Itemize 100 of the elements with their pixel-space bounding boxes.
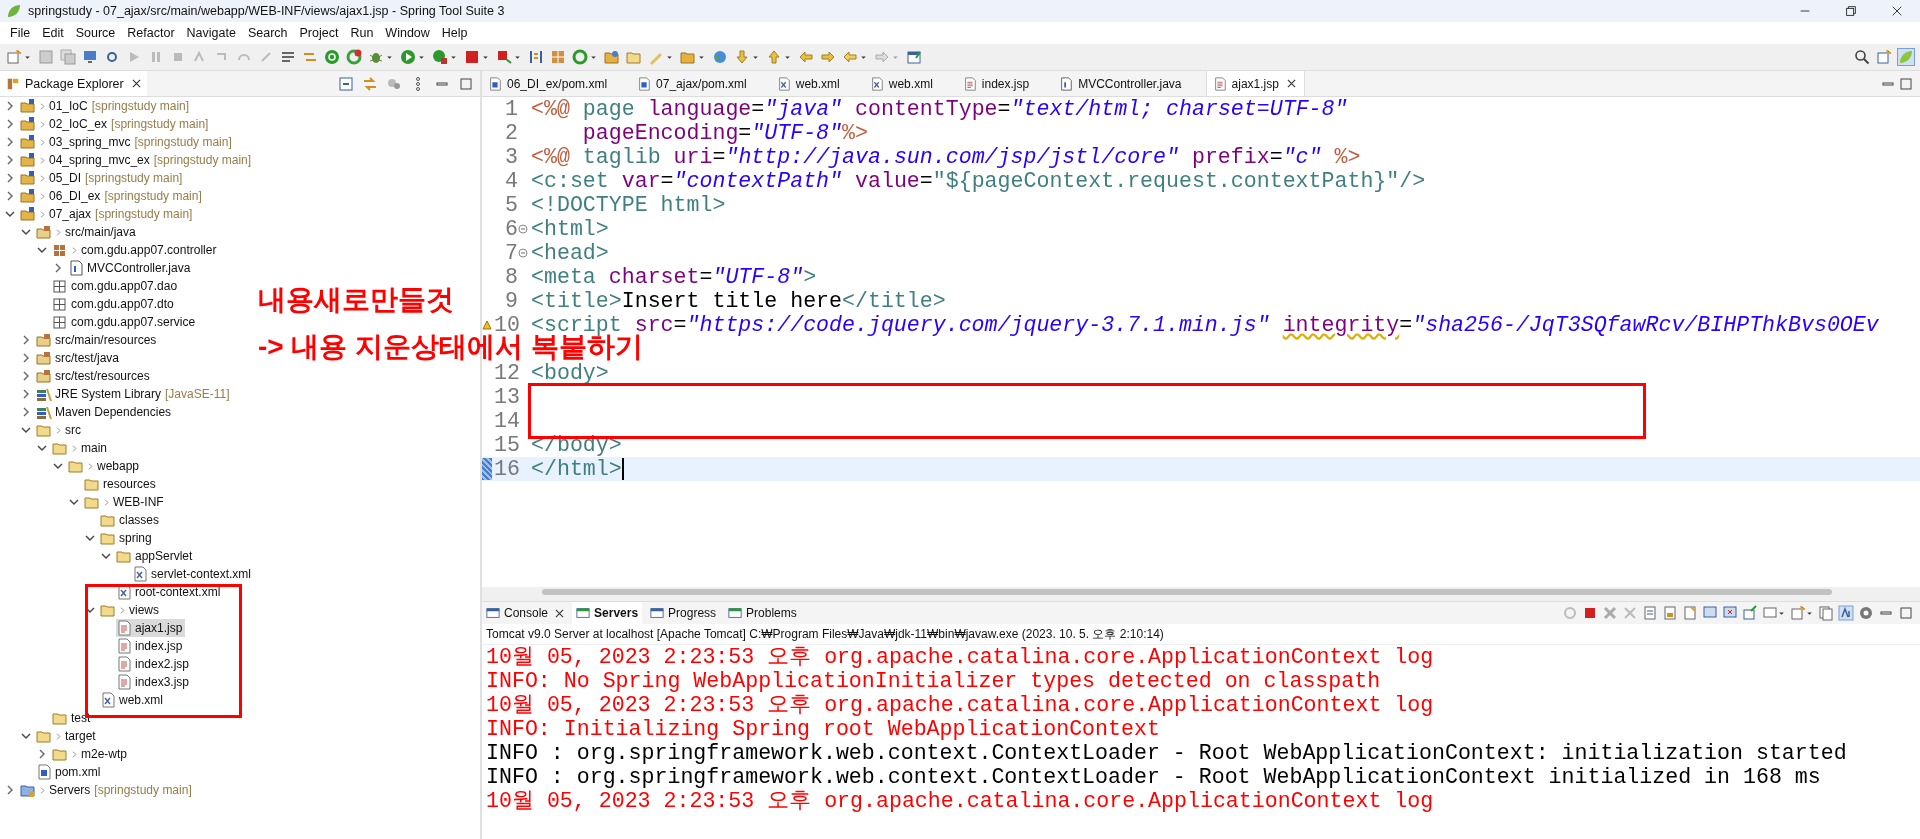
window-icon[interactable] bbox=[906, 49, 922, 65]
console-tab[interactable]: Servers bbox=[572, 602, 643, 624]
forward-arrow-icon[interactable] bbox=[820, 49, 836, 65]
tree-item[interactable]: Maven Dependencies bbox=[36, 403, 175, 421]
new-icon[interactable] bbox=[1790, 605, 1806, 621]
tree-item[interactable]: com.gdu.app07.dao bbox=[52, 277, 181, 295]
globe-icon[interactable] bbox=[712, 49, 728, 65]
stop-icon[interactable] bbox=[1582, 605, 1598, 621]
menu-item[interactable]: Source bbox=[69, 26, 122, 40]
gear-icon[interactable] bbox=[1858, 605, 1874, 621]
sort-icon[interactable] bbox=[528, 49, 544, 65]
close-icon[interactable] bbox=[555, 608, 565, 618]
editor-tab[interactable]: ajax1.jsp bbox=[1205, 71, 1305, 96]
tree-item[interactable]: servlet-context.xml bbox=[132, 565, 255, 583]
refresh-icon[interactable] bbox=[572, 49, 588, 65]
tree-item[interactable]: ajax1.jsp bbox=[116, 619, 186, 637]
collapse-all-icon[interactable] bbox=[338, 75, 354, 92]
tree-item[interactable]: Servers [springstudy main] bbox=[20, 781, 195, 799]
run-icon[interactable] bbox=[432, 49, 448, 65]
lines-icon[interactable] bbox=[280, 49, 296, 65]
search-icon[interactable] bbox=[1854, 49, 1870, 65]
save-all-icon[interactable] bbox=[60, 49, 76, 65]
folder-icon[interactable] bbox=[626, 49, 642, 65]
folder-icon[interactable] bbox=[604, 49, 620, 65]
close-all-icon[interactable] bbox=[1622, 605, 1638, 621]
maximize-icon[interactable] bbox=[1898, 75, 1914, 92]
console-tab[interactable]: Progress bbox=[646, 602, 721, 624]
tree-item[interactable]: index.jsp bbox=[116, 637, 186, 655]
tree-item[interactable]: m2e-wtp bbox=[52, 745, 130, 763]
tree-item[interactable]: views bbox=[100, 601, 162, 619]
tree-item[interactable]: JRE System Library [JavaSE-11] bbox=[36, 385, 233, 403]
tree-item[interactable]: 05_DI [springstudy main] bbox=[20, 169, 186, 187]
tree-item[interactable]: root-context.xml bbox=[116, 583, 224, 601]
tree-item[interactable]: index2.jsp bbox=[116, 655, 193, 673]
save-icon[interactable] bbox=[38, 49, 54, 65]
tree-item[interactable]: src/main/resources bbox=[36, 331, 160, 349]
refresh-icon[interactable] bbox=[346, 49, 362, 65]
scrollbar-thumb[interactable] bbox=[542, 589, 1832, 595]
up-arrow-icon[interactable] bbox=[766, 49, 782, 65]
tree-item[interactable]: com.gdu.app07.dto bbox=[52, 295, 177, 313]
power-icon[interactable] bbox=[324, 49, 340, 65]
view-tab[interactable]: Package Explorer bbox=[0, 71, 147, 96]
tree-item[interactable]: resources bbox=[84, 475, 159, 493]
menu-item[interactable]: Edit bbox=[36, 26, 70, 40]
menu-item[interactable]: Refactor bbox=[121, 26, 181, 40]
tree-item[interactable]: main bbox=[52, 439, 110, 457]
tree-item[interactable]: src/test/resources bbox=[36, 367, 153, 385]
menu-item[interactable]: Navigate bbox=[180, 26, 242, 40]
comment-icon[interactable] bbox=[1702, 605, 1718, 621]
close-icon[interactable] bbox=[1286, 79, 1296, 88]
tree-item[interactable]: com.gdu.app07.controller bbox=[52, 241, 220, 259]
tree-item[interactable]: src/main/java bbox=[36, 223, 139, 241]
forward-arrow-icon[interactable] bbox=[874, 49, 890, 65]
folder-icon[interactable] bbox=[680, 49, 696, 65]
back-arrow-icon[interactable] bbox=[842, 49, 858, 65]
close-icon[interactable] bbox=[131, 79, 141, 88]
editor-tab[interactable]: 06_DI_ex/pom.xml bbox=[482, 71, 630, 96]
maximize-icon[interactable] bbox=[458, 75, 474, 92]
perspective-icon[interactable] bbox=[1876, 49, 1892, 65]
tree-item[interactable]: classes bbox=[100, 511, 162, 529]
tree-item[interactable]: WEB-INF bbox=[84, 493, 167, 511]
tree-item[interactable]: index3.jsp bbox=[116, 673, 193, 691]
down-arrow-icon[interactable] bbox=[734, 49, 750, 65]
document-icon[interactable] bbox=[1662, 605, 1678, 621]
link-icon[interactable] bbox=[362, 75, 378, 92]
back-arrow-icon[interactable] bbox=[798, 49, 814, 65]
fold-icon[interactable] bbox=[518, 224, 528, 234]
tree-item[interactable]: spring bbox=[100, 529, 155, 547]
editor-tab[interactable]: web.xml bbox=[863, 71, 955, 96]
tree-item[interactable]: MVCController.java bbox=[68, 259, 194, 277]
new-icon[interactable] bbox=[6, 49, 22, 65]
editor-tab[interactable]: 07_ajax/pom.xml bbox=[631, 71, 769, 96]
tree-item[interactable]: com.gdu.app07.service bbox=[52, 313, 199, 331]
tree-item[interactable]: 03_spring_mvc [springstudy main] bbox=[20, 133, 235, 151]
document-icon[interactable] bbox=[1642, 605, 1658, 621]
tree-item[interactable]: 06_DI_ex [springstudy main] bbox=[20, 187, 205, 205]
menu-item[interactable]: Search bbox=[241, 26, 294, 40]
menu-item[interactable]: Window bbox=[379, 26, 436, 40]
console-tab[interactable]: Console bbox=[482, 602, 569, 624]
tree-item[interactable]: 07_ajax [springstudy main] bbox=[20, 205, 196, 223]
tree-item[interactable]: target bbox=[36, 727, 99, 745]
editor-tab[interactable]: MVCController.java bbox=[1053, 71, 1204, 96]
monitor-icon[interactable] bbox=[82, 49, 98, 65]
grid-icon[interactable] bbox=[550, 49, 566, 65]
tree-item[interactable]: pom.xml bbox=[36, 763, 104, 781]
tree-item[interactable]: 01_IoC [springstudy main] bbox=[20, 97, 193, 115]
tree-item[interactable]: 02_IoC_ex [springstudy main] bbox=[20, 115, 212, 133]
editor-tab[interactable]: web.xml bbox=[770, 71, 862, 96]
copy-icon[interactable] bbox=[1818, 605, 1834, 621]
stop-icon[interactable] bbox=[496, 49, 512, 65]
tree-item[interactable]: src bbox=[36, 421, 84, 439]
maximize-icon[interactable] bbox=[1898, 605, 1914, 621]
document-icon[interactable] bbox=[1682, 605, 1698, 621]
menu-item[interactable]: Help bbox=[435, 26, 474, 40]
tree-item[interactable]: appServlet bbox=[116, 547, 196, 565]
tree-item[interactable]: src/test/java bbox=[36, 349, 123, 367]
menu-item[interactable]: File bbox=[4, 26, 37, 40]
editor-tab[interactable]: index.jsp bbox=[956, 71, 1052, 96]
fold-icon[interactable] bbox=[518, 248, 528, 258]
wrap-icon[interactable] bbox=[1838, 605, 1854, 621]
